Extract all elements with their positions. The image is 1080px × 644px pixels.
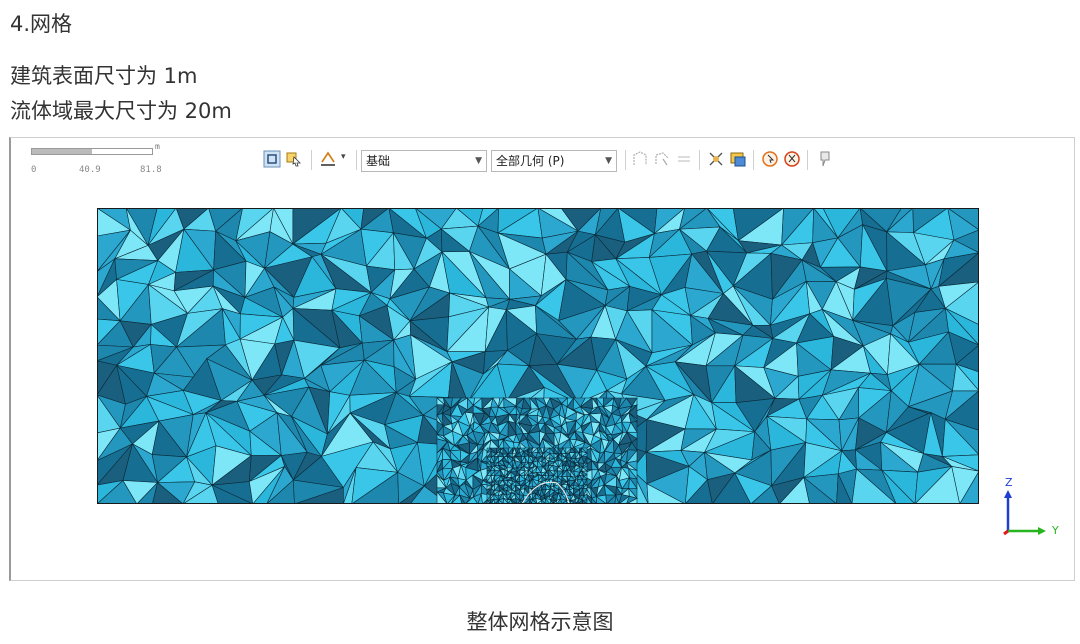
wireframe-icon[interactable] [631, 150, 649, 168]
z-axis-arrow [1004, 490, 1012, 498]
scale-tick-1: 40.9 [79, 165, 101, 175]
chevron-down-icon: ▼ [475, 156, 482, 166]
scale-unit: m [155, 142, 160, 151]
nodes-icon[interactable] [675, 150, 693, 168]
y-axis-label: Y [1051, 524, 1059, 537]
viewer-toolbar: ▾ 基础 ▼ 全部几何 (P) ▼ [261, 148, 841, 174]
scale-bar-graphic [31, 148, 153, 155]
pin-icon[interactable] [815, 150, 833, 168]
display-mode-combo[interactable]: 基础 ▼ [361, 150, 487, 172]
figure-caption: 整体网格示意图 [466, 610, 614, 634]
display-mode-value: 基础 [366, 154, 391, 168]
hide-icon[interactable] [707, 150, 725, 168]
geometry-filter-combo[interactable]: 全部几何 (P) ▼ [491, 150, 617, 172]
z-axis-label: Z [1005, 476, 1013, 489]
probe-alt-icon[interactable] [783, 150, 801, 168]
axis-triad: Z Y [1003, 476, 1059, 537]
select-face-icon[interactable] [263, 150, 281, 168]
chevron-down-icon: ▼ [605, 156, 612, 166]
scale-tick-0: 0 [31, 165, 37, 175]
scale-tick-2: 81.8 [140, 165, 162, 175]
select-mode-icon[interactable] [285, 150, 303, 168]
mesh-viewer-figure: m 0 40.9 81.8 ▾ 基础 ▼ 全部几何 (P) ▼ Z Y [9, 137, 1075, 581]
section-plane-icon[interactable] [319, 150, 337, 168]
geometry-filter-value: 全部几何 (P) [496, 154, 565, 168]
lasso-icon[interactable] [653, 150, 671, 168]
show-icon[interactable] [729, 150, 747, 168]
mesh-domain-image [97, 208, 979, 504]
y-axis-arrow [1038, 527, 1046, 535]
probe-icon[interactable] [761, 150, 779, 168]
scale-bar: m 0 40.9 81.8 [31, 142, 191, 176]
section-heading: 4.网格 [10, 12, 73, 36]
dropdown-arrow-icon[interactable]: ▾ [341, 152, 346, 162]
fluid-domain-size-text: 流体域最大尺寸为 20m [10, 99, 232, 123]
building-surface-size-text: 建筑表面尺寸为 1m [10, 64, 198, 88]
x-axis-line [1003, 529, 1009, 536]
